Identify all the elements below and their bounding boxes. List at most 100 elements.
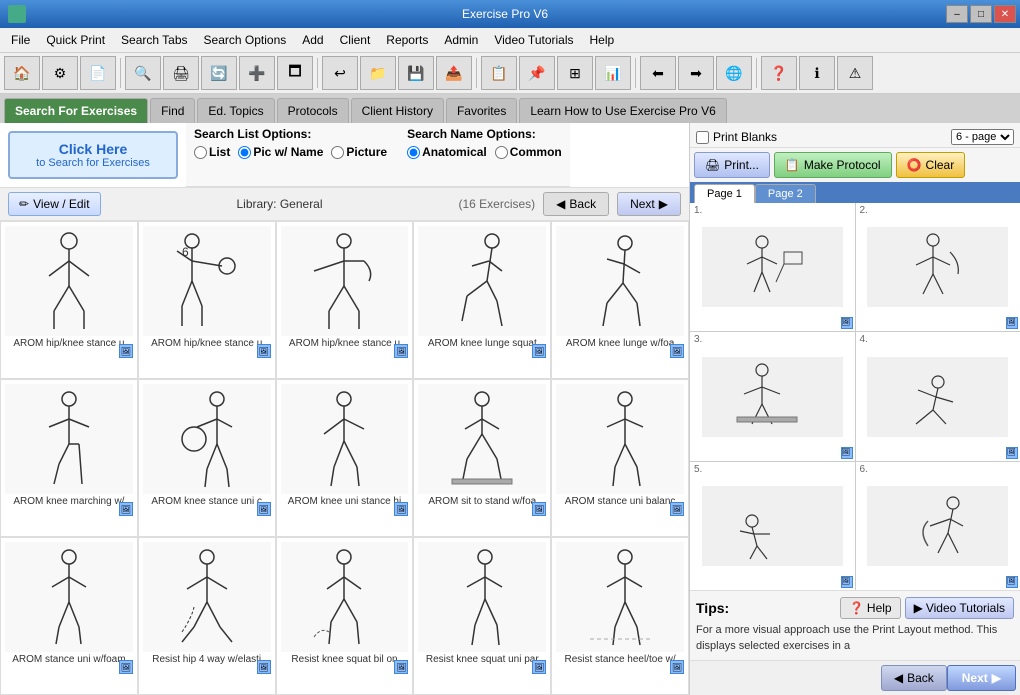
tab-ed-topics[interactable]: Ed. Topics [197,98,274,123]
exercise-cell-4[interactable]: 🖼 AROM knee lunge w/foa [551,221,689,379]
toolbar-chart[interactable]: 📊 [595,56,631,90]
exercise-cell-10[interactable]: 🖼 AROM stance uni w/foam [0,537,138,695]
toolbar-folder[interactable]: 📁 [360,56,396,90]
tab-favorites[interactable]: Favorites [446,98,517,123]
make-protocol-button[interactable]: 📋 Make Protocol [774,152,892,178]
preview-icon-5: 🖼 [841,576,853,588]
radio-list[interactable]: List [194,145,230,159]
next-button[interactable]: Next ▶ [617,192,681,216]
tab-find[interactable]: Find [150,98,195,123]
menu-search-tabs[interactable]: Search Tabs [114,30,195,50]
radio-picture[interactable]: Picture [331,145,387,159]
menu-client[interactable]: Client [333,30,378,50]
exercise-cell-0[interactable]: 🖼 AROM hip/knee stance u [0,221,138,379]
toolbar-sep5 [756,58,757,88]
exercise-figure-0 [34,231,104,331]
tips-buttons: ❓ Help ▶ Video Tutorials [840,597,1014,619]
toolbar-forward[interactable]: ➡ [678,56,714,90]
menu-add[interactable]: Add [295,30,330,50]
menu-search-options[interactable]: Search Options [197,30,294,50]
preview-cell-3[interactable]: 3. 🖼 [690,332,855,460]
preview-cell-1[interactable]: 1. 🖼 [690,203,855,331]
radio-pic-name[interactable]: Pic w/ Name [238,145,323,159]
toolbar-print[interactable]: 🖨 [163,56,199,90]
toolbar-warning[interactable]: ⚠ [837,56,873,90]
exercise-cell-5[interactable]: 🖼 AROM knee marching w/ [0,379,138,537]
exercise-cell-7[interactable]: 🖼 AROM knee uni stance hi [276,379,414,537]
menu-file[interactable]: File [4,30,37,50]
minimize-button[interactable]: – [946,5,968,23]
exercise-icon-7: 🖼 [394,502,408,516]
view-edit-button[interactable]: ✏ View / Edit [8,192,101,216]
toolbar-document[interactable]: 📄 [80,56,116,90]
close-button[interactable]: ✕ [994,5,1016,23]
clear-button[interactable]: ⭕ Clear [896,152,966,178]
toolbar-undo[interactable]: ↩ [322,56,358,90]
back-bottom-button[interactable]: ◀ Back [881,665,947,691]
toolbar-copy[interactable]: 📋 [481,56,517,90]
click-here-box[interactable]: Click Here to Search for Exercises [8,131,178,179]
menu-quick-print[interactable]: Quick Print [39,30,112,50]
toolbar-sep2 [317,58,318,88]
exercise-cell-6[interactable]: 🖼 AROM knee stance uni c [138,379,276,537]
toolbar-window[interactable]: 🗖 [277,56,313,90]
toolbar-paste[interactable]: 📌 [519,56,555,90]
menu-help[interactable]: Help [583,30,622,50]
radio-common[interactable]: Common [495,145,562,159]
menu-reports[interactable]: Reports [379,30,435,50]
toolbar-search[interactable]: 🔍 [125,56,161,90]
preview-cell-2[interactable]: 2. 🖼 [856,203,1020,331]
preview-cell-6[interactable]: 6. 🖼 [856,462,1020,590]
preview-num-6: 6. [860,464,868,475]
exercise-cell-13[interactable]: 🖼 Resist knee squat uni par [413,537,551,695]
toolbar-upload[interactable]: 📤 [436,56,472,90]
exercise-cell-9[interactable]: 🖼 AROM stance uni balanc [551,379,689,537]
radio-anatomical[interactable]: Anatomical [407,145,487,159]
page-size-select[interactable]: 6 - page 4 - page 2 - page 1 - page [951,129,1014,145]
page-tab-2[interactable]: Page 2 [755,184,816,203]
printer-icon: 🖨 [705,158,720,172]
menu-video-tutorials[interactable]: Video Tutorials [487,30,580,50]
tab-protocols[interactable]: Protocols [277,98,349,123]
exercise-cell-8[interactable]: 🖼 AROM sit to stand w/foa [413,379,551,537]
print-blanks-checkbox[interactable] [696,131,709,144]
maximize-button[interactable]: □ [970,5,992,23]
tab-learn[interactable]: Learn How to Use Exercise Pro V6 [519,98,726,123]
exercise-img-12 [281,542,409,652]
toolbar-settings[interactable]: ⚙ [42,56,78,90]
help-button[interactable]: ❓ Help [840,597,901,619]
tab-client-history[interactable]: Client History [351,98,444,123]
video-tutorials-button[interactable]: ▶ Video Tutorials [905,597,1014,619]
toolbar-table[interactable]: ⊞ [557,56,593,90]
preview-cell-4[interactable]: 4. 🖼 [856,332,1020,460]
toolbar-back[interactable]: ⬅ [640,56,676,90]
exercise-cell-11[interactable]: 🖼 Resist hip 4 way w/elasti [138,537,276,695]
exercise-cell-3[interactable]: 🖼 AROM knee lunge squat [413,221,551,379]
preview-icon-4: 🖼 [1006,447,1018,459]
exercise-cell-1[interactable]: 6 🖼 AROM hip/knee stance u [138,221,276,379]
next-bottom-button[interactable]: Next ▶ [947,665,1016,691]
back-button[interactable]: ◀ Back [543,192,609,216]
preview-grid: 1. 🖼 2. [690,203,1020,590]
preview-cell-5[interactable]: 5. 🖼 [690,462,855,590]
toolbar-info[interactable]: ℹ [799,56,835,90]
exercise-cell-12[interactable]: 🖼 Resist knee squat bil on [276,537,414,695]
exercise-icon-0: 🖼 [119,344,133,358]
preview-num-5: 5. [694,464,702,475]
print-blanks-label[interactable]: Print Blanks [696,130,777,144]
left-panel: Click Here to Search for Exercises Searc… [0,123,690,695]
page-tab-1[interactable]: Page 1 [694,184,755,203]
toolbar-save[interactable]: 💾 [398,56,434,90]
toolbar-home[interactable]: 🏠 [4,56,40,90]
exercise-cell-2[interactable]: 🖼 AROM hip/knee stance u [276,221,414,379]
toolbar-globe[interactable]: 🌐 [716,56,752,90]
exercise-cell-14[interactable]: 🖼 Resist stance heel/toe w/ [551,537,689,695]
list-options-label: Search List Options: [194,127,387,141]
tab-search-exercises[interactable]: Search For Exercises [4,98,148,123]
print-button[interactable]: 🖨 Print... [694,152,770,178]
toolbar-help[interactable]: ❓ [761,56,797,90]
preview-figure-4 [898,362,978,432]
toolbar-refresh[interactable]: 🔄 [201,56,237,90]
toolbar-add[interactable]: ➕ [239,56,275,90]
menu-admin[interactable]: Admin [437,30,485,50]
